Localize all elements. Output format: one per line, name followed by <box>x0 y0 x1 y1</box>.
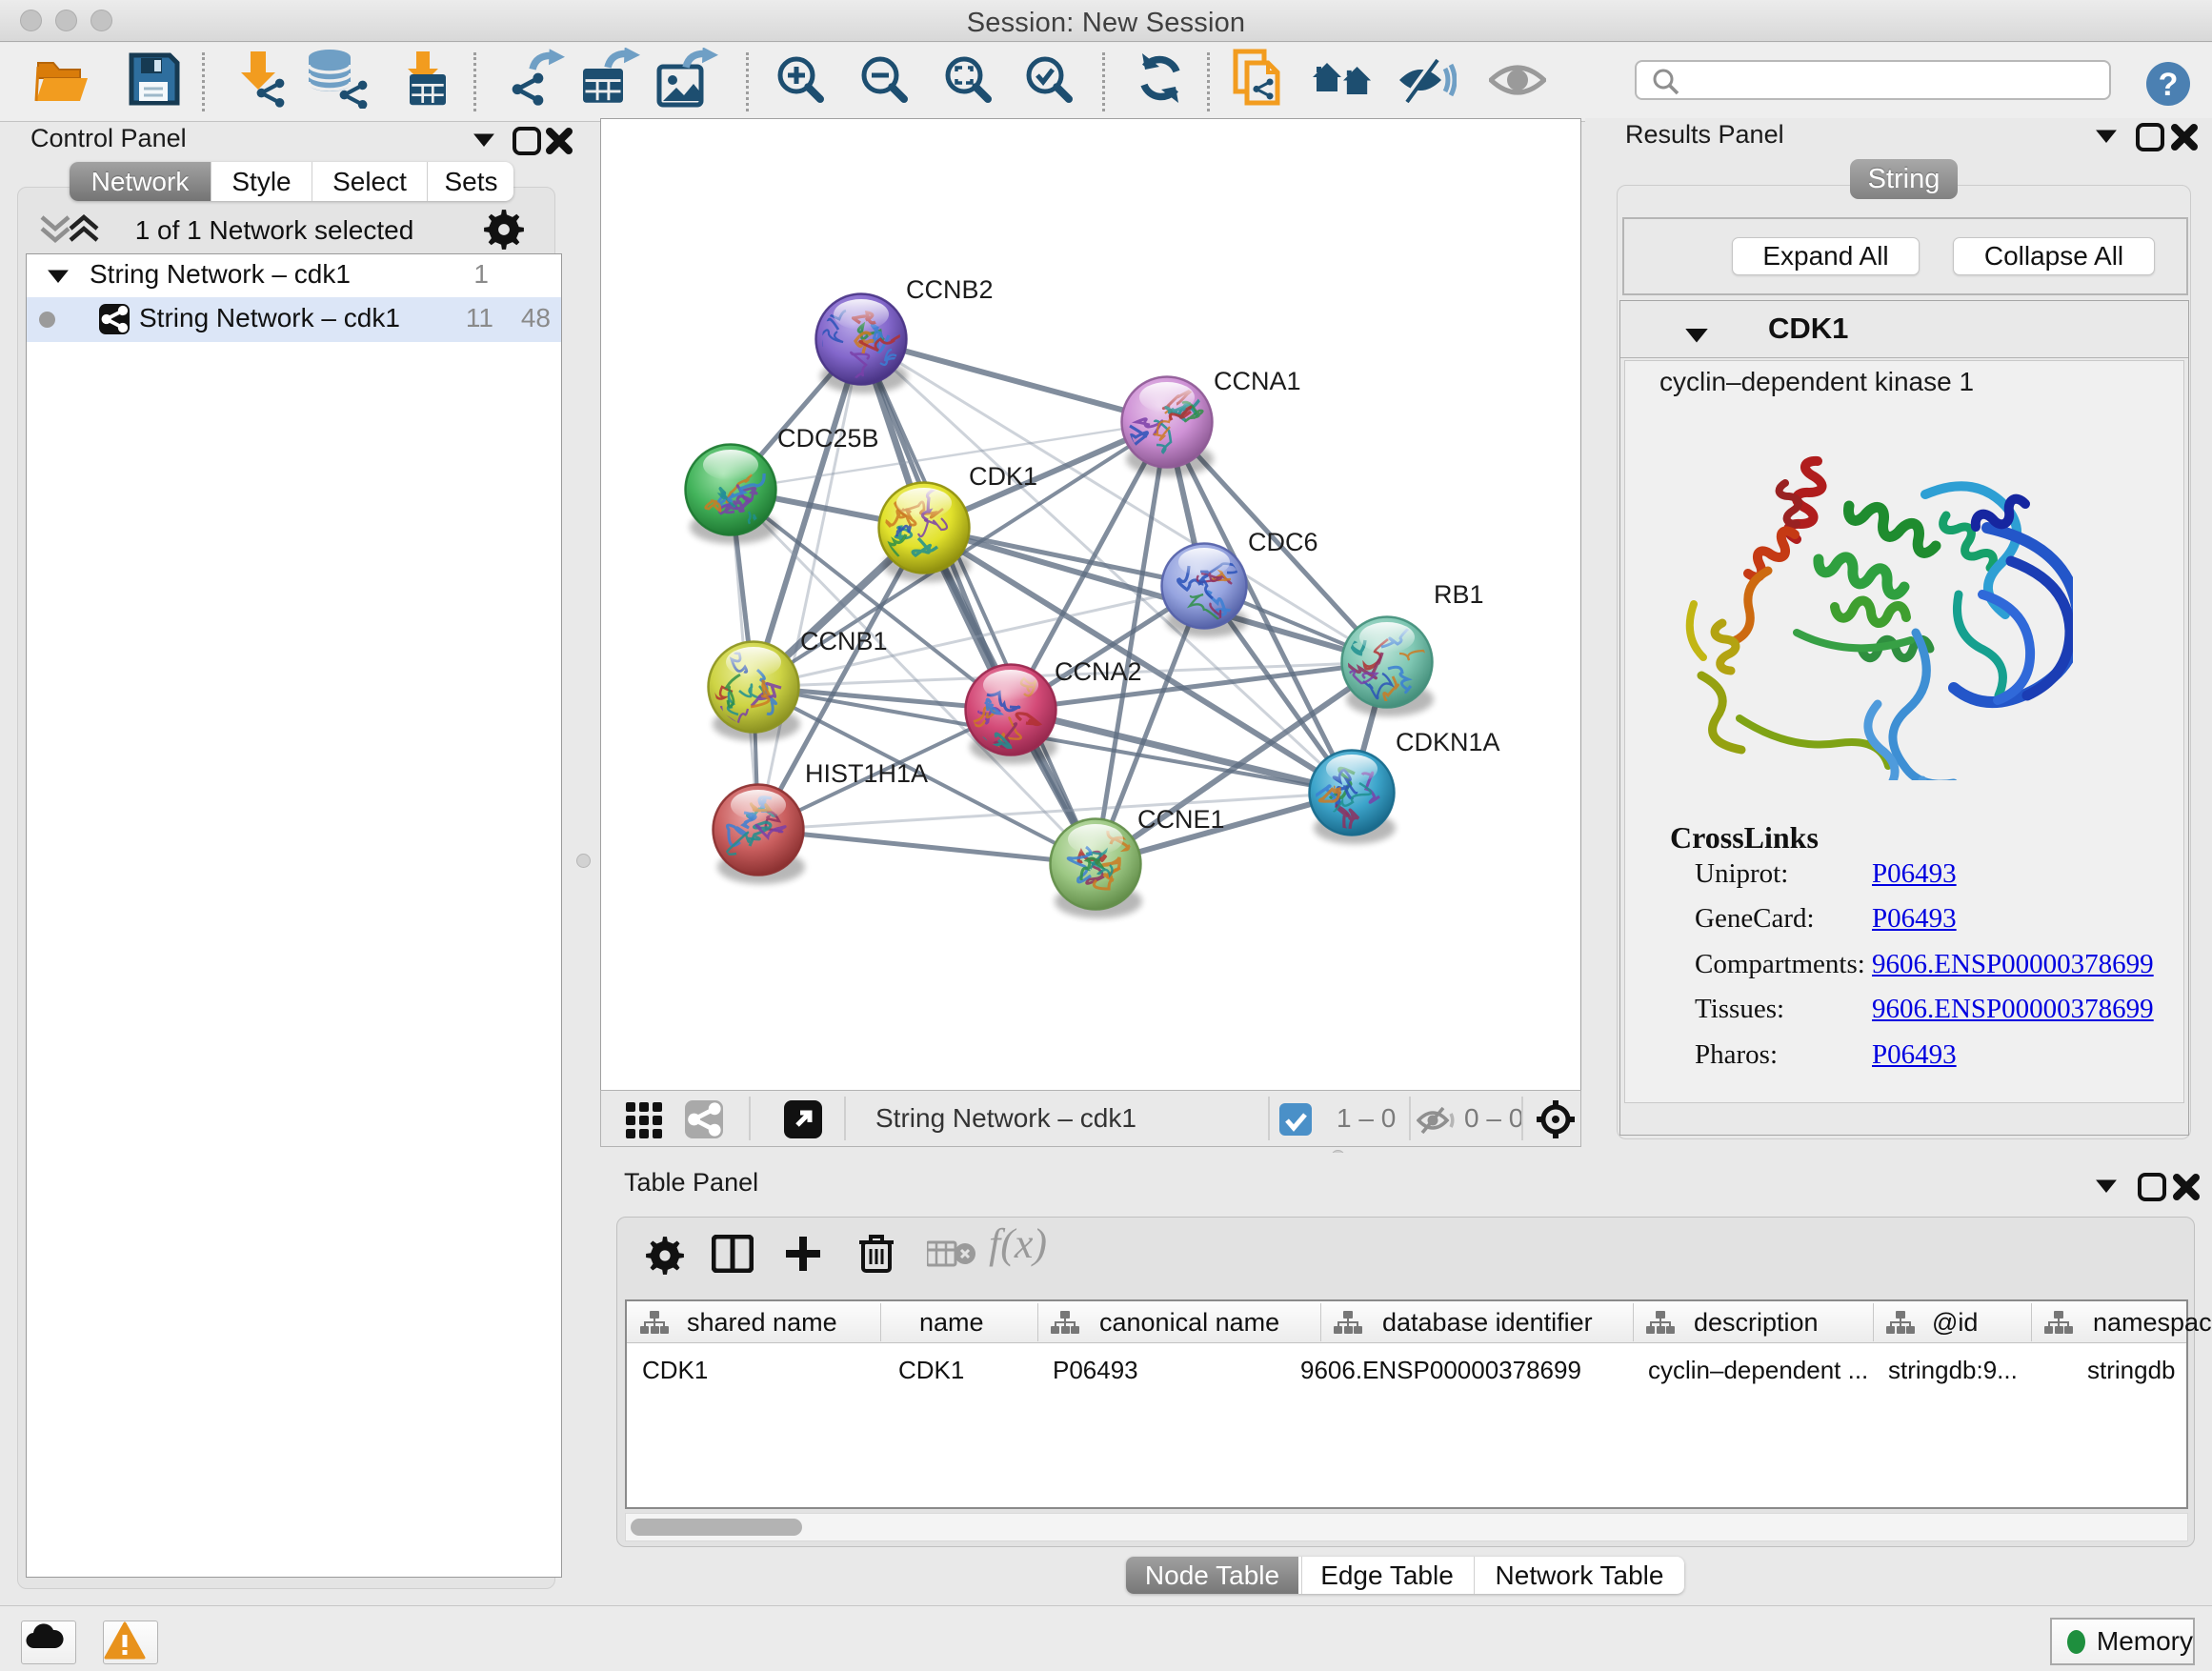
svg-text:CDKN1A: CDKN1A <box>1396 728 1500 756</box>
svg-text:RB1: RB1 <box>1434 580 1484 609</box>
svg-text:CCNB1: CCNB1 <box>800 627 888 655</box>
svg-text:CCNB2: CCNB2 <box>906 275 994 304</box>
svg-text:CDC6: CDC6 <box>1248 528 1318 556</box>
svg-text:CCNA2: CCNA2 <box>1055 657 1142 686</box>
svg-text:?: ? <box>2159 67 2179 103</box>
svg-text:CCNE1: CCNE1 <box>1137 805 1225 834</box>
svg-text:HIST1H1A: HIST1H1A <box>805 759 928 788</box>
svg-text:CDC25B: CDC25B <box>777 424 879 453</box>
svg-text:CCNA1: CCNA1 <box>1214 367 1301 395</box>
svg-text:CDK1: CDK1 <box>969 462 1037 491</box>
